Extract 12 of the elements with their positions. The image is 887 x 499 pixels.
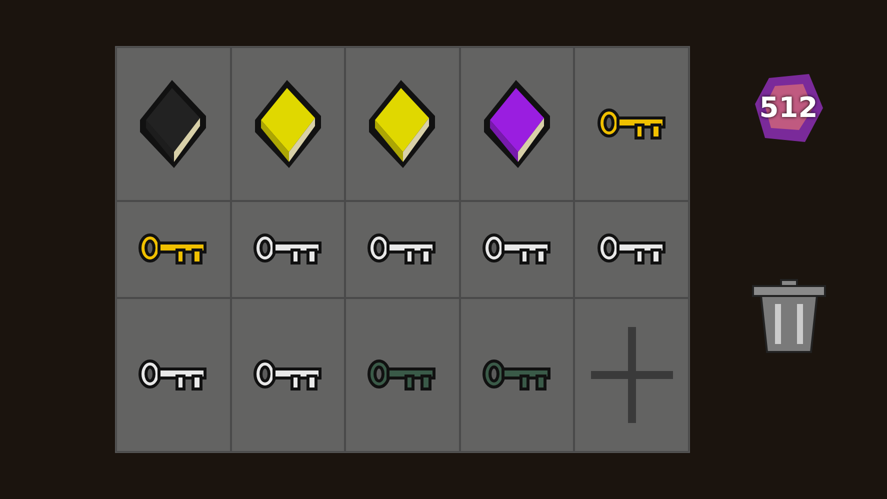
gem-count: 512 [759,90,818,126]
inventory-slot[interactable] [230,298,346,452]
inventory-slot[interactable] [345,47,460,202]
inventory-slot[interactable] [574,201,689,298]
inventory-slot[interactable] [230,201,346,298]
inventory-slot[interactable] [116,298,231,452]
inventory-slot[interactable] [116,201,231,298]
inventory-slot[interactable] [460,201,574,298]
inventory-slot[interactable] [574,47,689,202]
trash-icon[interactable] [750,278,826,354]
inventory-slot[interactable] [345,201,460,298]
inventory-slot[interactable] [230,47,346,202]
